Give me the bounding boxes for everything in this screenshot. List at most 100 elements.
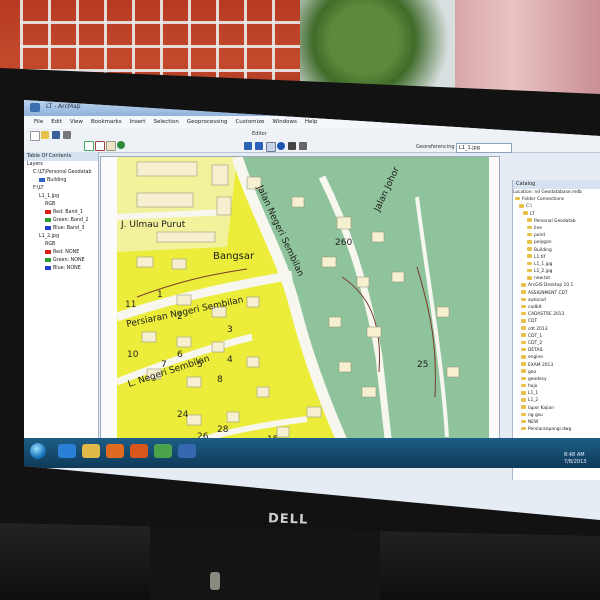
catalog-item[interactable]: Building — [513, 247, 600, 254]
toc-row[interactable]: F:\LT — [24, 185, 98, 193]
catalog-item[interactable]: ArcGIS Desktop 10.1 — [513, 282, 600, 289]
georef-layer-select[interactable]: L1_1.jpg — [456, 143, 512, 153]
catalog-item-label: L1_2 — [528, 398, 539, 404]
location-value[interactable]: nd Geodatabase.mdb — [534, 190, 581, 195]
catalog-item[interactable]: ASSIGNMENT CDT — [513, 290, 600, 297]
zoom-out-icon[interactable] — [95, 141, 105, 151]
new-icon[interactable] — [30, 131, 40, 141]
catalog-item-label: C:\ — [526, 204, 533, 210]
find-icon[interactable] — [288, 142, 296, 150]
catalog-item[interactable]: EXAM 2013 — [513, 362, 600, 369]
catalog-item[interactable]: polygon — [513, 239, 600, 246]
media-taskbar-icon[interactable] — [106, 444, 124, 458]
catalog-item[interactable]: engine — [513, 354, 600, 361]
save-icon[interactable] — [52, 131, 60, 139]
catalog-item[interactable]: L1_1.jpg — [513, 261, 600, 268]
catalog-item[interactable]: cdt 2013 — [513, 326, 600, 333]
editor-menu[interactable]: Editor — [252, 131, 267, 137]
catalog-item[interactable]: Personal Geodatab — [513, 218, 600, 225]
catalog-item[interactable]: autocad — [513, 297, 600, 304]
folder-taskbar-icon[interactable] — [82, 444, 100, 458]
catalog-item[interactable]: L1.tif — [513, 254, 600, 261]
folder-icon — [527, 254, 532, 258]
map-view[interactable]: J. Ulmau Purut Bangsar Persiaran Negeri Se… — [100, 156, 500, 458]
catalog-item[interactable]: Folder Connections — [513, 196, 600, 203]
catalog-item[interactable]: Persiaranpangi.dwg — [513, 426, 600, 433]
menu-insert[interactable]: Insert — [130, 116, 146, 128]
toolbar: Editor Georeferencing L1_1.jpg — [24, 128, 600, 153]
catalog-item[interactable]: L1_2.jpg — [513, 268, 600, 275]
legend-swatch — [45, 249, 51, 254]
scanned-map[interactable]: J. Ulmau PurutBangsarPersiaran Negeri Se… — [117, 157, 489, 457]
forward-arrow-icon[interactable] — [255, 142, 263, 150]
catalog-item[interactable]: C:\ — [513, 203, 600, 210]
building-footprint — [156, 231, 216, 243]
window-title: LT - ArcMap — [46, 103, 81, 110]
toc-row[interactable]: Green: Band_2 — [24, 217, 98, 225]
catalog-item-label: CDT_1 — [528, 333, 543, 339]
building-footprint — [246, 296, 260, 308]
catalog-item[interactable]: L1_1 — [513, 390, 600, 397]
toc-row[interactable]: RGB — [24, 241, 98, 249]
toc-row[interactable]: Blue: NONE — [24, 265, 98, 273]
catalog-item-label: L1.tif — [534, 254, 546, 260]
chrome-taskbar-icon[interactable] — [154, 444, 172, 458]
catalog-item[interactable]: ng gsu — [513, 412, 600, 419]
catalog-item[interactable]: new.txt — [513, 275, 600, 282]
catalog-item[interactable]: NEW — [513, 419, 600, 426]
catalog-item[interactable]: CADASTRE 2013 — [513, 311, 600, 318]
legend-swatch — [39, 177, 45, 182]
open-icon[interactable] — [41, 131, 49, 139]
measure-icon[interactable] — [299, 142, 307, 150]
toc-row[interactable]: Red: Band_1 — [24, 209, 98, 217]
catalog-item[interactable]: cadbit — [513, 304, 600, 311]
firefox-taskbar-icon[interactable] — [130, 444, 148, 458]
toc-row[interactable]: L1_1.jpg — [24, 193, 98, 201]
toc-row[interactable]: C:\LT\Personal Geodatab — [24, 169, 98, 177]
catalog-item[interactable]: geodesy — [513, 376, 600, 383]
catalog-item[interactable]: geo — [513, 369, 600, 376]
toc-row[interactable]: Blue: Band_3 — [24, 225, 98, 233]
menu-file[interactable]: File — [34, 116, 43, 128]
select-icon[interactable] — [266, 142, 276, 152]
building-footprint — [256, 386, 270, 398]
menu-geoprocessing[interactable]: Geoprocessing — [187, 116, 228, 128]
print-icon[interactable] — [63, 131, 71, 139]
menu-edit[interactable]: Edit — [51, 116, 62, 128]
globe-icon[interactable] — [117, 141, 125, 149]
toc-row[interactable]: Building — [24, 177, 98, 185]
catalog-item[interactable]: CDT_1 — [513, 333, 600, 340]
menu-windows[interactable]: Windows — [272, 116, 297, 128]
toc-row[interactable]: Green: NONE — [24, 257, 98, 265]
folder-icon — [521, 340, 526, 345]
back-arrow-icon[interactable] — [244, 142, 252, 150]
menu-bookmarks[interactable]: Bookmarks — [91, 116, 122, 128]
info-icon[interactable] — [277, 142, 285, 150]
folder-icon — [523, 211, 528, 215]
catalog-item[interactable]: CDT_2 — [513, 340, 600, 347]
catalog-item[interactable]: CDT — [513, 318, 600, 325]
catalog-item[interactable]: point — [513, 232, 600, 239]
ie-taskbar-icon[interactable] — [58, 444, 76, 458]
toc-row[interactable]: L1_2.jpg — [24, 233, 98, 241]
start-button[interactable] — [30, 443, 46, 459]
arcmap-taskbar-icon[interactable] — [178, 444, 196, 458]
pan-icon[interactable] — [106, 141, 116, 151]
catalog-item-label: LT — [530, 211, 535, 217]
zoom-in-icon[interactable] — [84, 141, 94, 151]
catalog-item[interactable]: lapor Kajian — [513, 405, 600, 412]
menu-selection[interactable]: Selection — [153, 116, 178, 128]
catalog-item-label: ArcGIS Desktop 10.1 — [528, 283, 574, 289]
folder-icon — [521, 283, 526, 287]
menu-view[interactable]: View — [70, 116, 83, 128]
toc-row[interactable]: RGB — [24, 201, 98, 209]
catalog-item[interactable]: LT — [513, 211, 600, 218]
toc-row[interactable]: Red: NONE — [24, 249, 98, 257]
catalog-item[interactable]: DETAIL — [513, 347, 600, 354]
catalog-item[interactable]: L1_2 — [513, 397, 600, 404]
toc-row[interactable]: Layers — [24, 161, 98, 169]
toc-row-label: L1_2.jpg — [39, 234, 60, 239]
catalog-item[interactable]: hojo — [513, 383, 600, 390]
menu-customize[interactable]: Customize — [235, 116, 264, 128]
catalog-item[interactable]: line — [513, 225, 600, 232]
